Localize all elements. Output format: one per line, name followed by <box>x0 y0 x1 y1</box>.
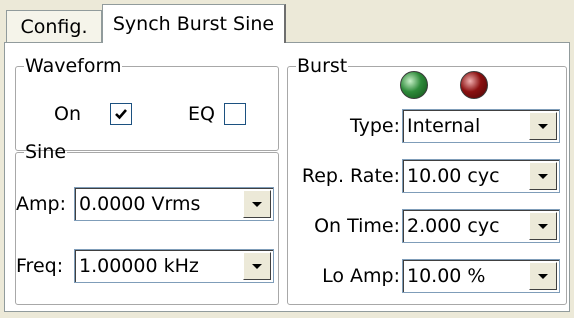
waveform-legend: Waveform <box>25 55 122 77</box>
tab-synch-burst-sine-label: Synch Burst Sine <box>112 13 275 35</box>
on-time-select[interactable]: 2.000 cyc <box>402 209 560 243</box>
amp-select[interactable]: 0.0000 Vrms <box>74 187 274 221</box>
on-time-value: 2.000 cyc <box>407 215 500 237</box>
on-checkbox[interactable] <box>110 103 132 125</box>
waveform-group: Waveform On EQ <box>15 57 279 151</box>
sine-group: Sine Amp: 0.0000 Vrms Freq: 1.00000 kHz <box>15 143 279 305</box>
amp-value: 0.0000 Vrms <box>79 193 201 215</box>
green-led-indicator <box>400 71 428 99</box>
amp-dropdown-button[interactable] <box>243 190 271 218</box>
eq-label: EQ <box>188 103 215 125</box>
on-time-dropdown-button[interactable] <box>529 212 557 240</box>
rep-rate-select[interactable]: 10.00 cyc <box>402 159 560 193</box>
lo-amp-dropdown-button[interactable] <box>529 262 557 290</box>
red-led-indicator <box>460 71 488 99</box>
tab-config[interactable]: Config. <box>6 10 102 42</box>
tab-synch-burst-sine[interactable]: Synch Burst Sine <box>102 4 286 43</box>
on-label: On <box>54 103 81 125</box>
panel-window: Config. Synch Burst Sine Waveform On EQ … <box>0 0 574 318</box>
freq-select[interactable]: 1.00000 kHz <box>74 249 274 283</box>
chevron-down-icon <box>252 263 262 269</box>
tab-config-label: Config. <box>20 15 88 38</box>
freq-value: 1.00000 kHz <box>79 255 199 277</box>
amp-label: Amp: <box>16 193 66 215</box>
type-dropdown-button[interactable] <box>529 112 557 140</box>
type-label: Type: <box>349 115 400 137</box>
type-select[interactable]: Internal <box>402 109 560 143</box>
rep-rate-value: 10.00 cyc <box>407 165 500 187</box>
check-icon <box>115 109 127 120</box>
eq-checkbox[interactable] <box>224 103 246 125</box>
rep-rate-dropdown-button[interactable] <box>529 162 557 190</box>
type-value: Internal <box>407 115 481 137</box>
chevron-down-icon <box>538 123 548 129</box>
lo-amp-value: 10.00 % <box>407 265 486 287</box>
lo-amp-label: Lo Amp: <box>322 265 400 287</box>
tab-strip: Config. Synch Burst Sine <box>0 0 574 43</box>
chevron-down-icon <box>538 273 548 279</box>
lo-amp-select[interactable]: 10.00 % <box>402 259 560 293</box>
on-time-label: On Time: <box>314 215 400 237</box>
tab-content: Waveform On EQ Sine Amp: 0.0000 Vrms Fre… <box>4 42 570 312</box>
sine-legend: Sine <box>25 141 67 163</box>
chevron-down-icon <box>538 223 548 229</box>
freq-label: Freq: <box>16 255 64 277</box>
freq-dropdown-button[interactable] <box>243 252 271 280</box>
burst-legend: Burst <box>297 55 348 77</box>
rep-rate-label: Rep. Rate: <box>301 165 400 187</box>
chevron-down-icon <box>538 173 548 179</box>
chevron-down-icon <box>252 201 262 207</box>
burst-group: Burst Type: Internal Rep. Rate: 10.00 cy… <box>287 57 567 305</box>
